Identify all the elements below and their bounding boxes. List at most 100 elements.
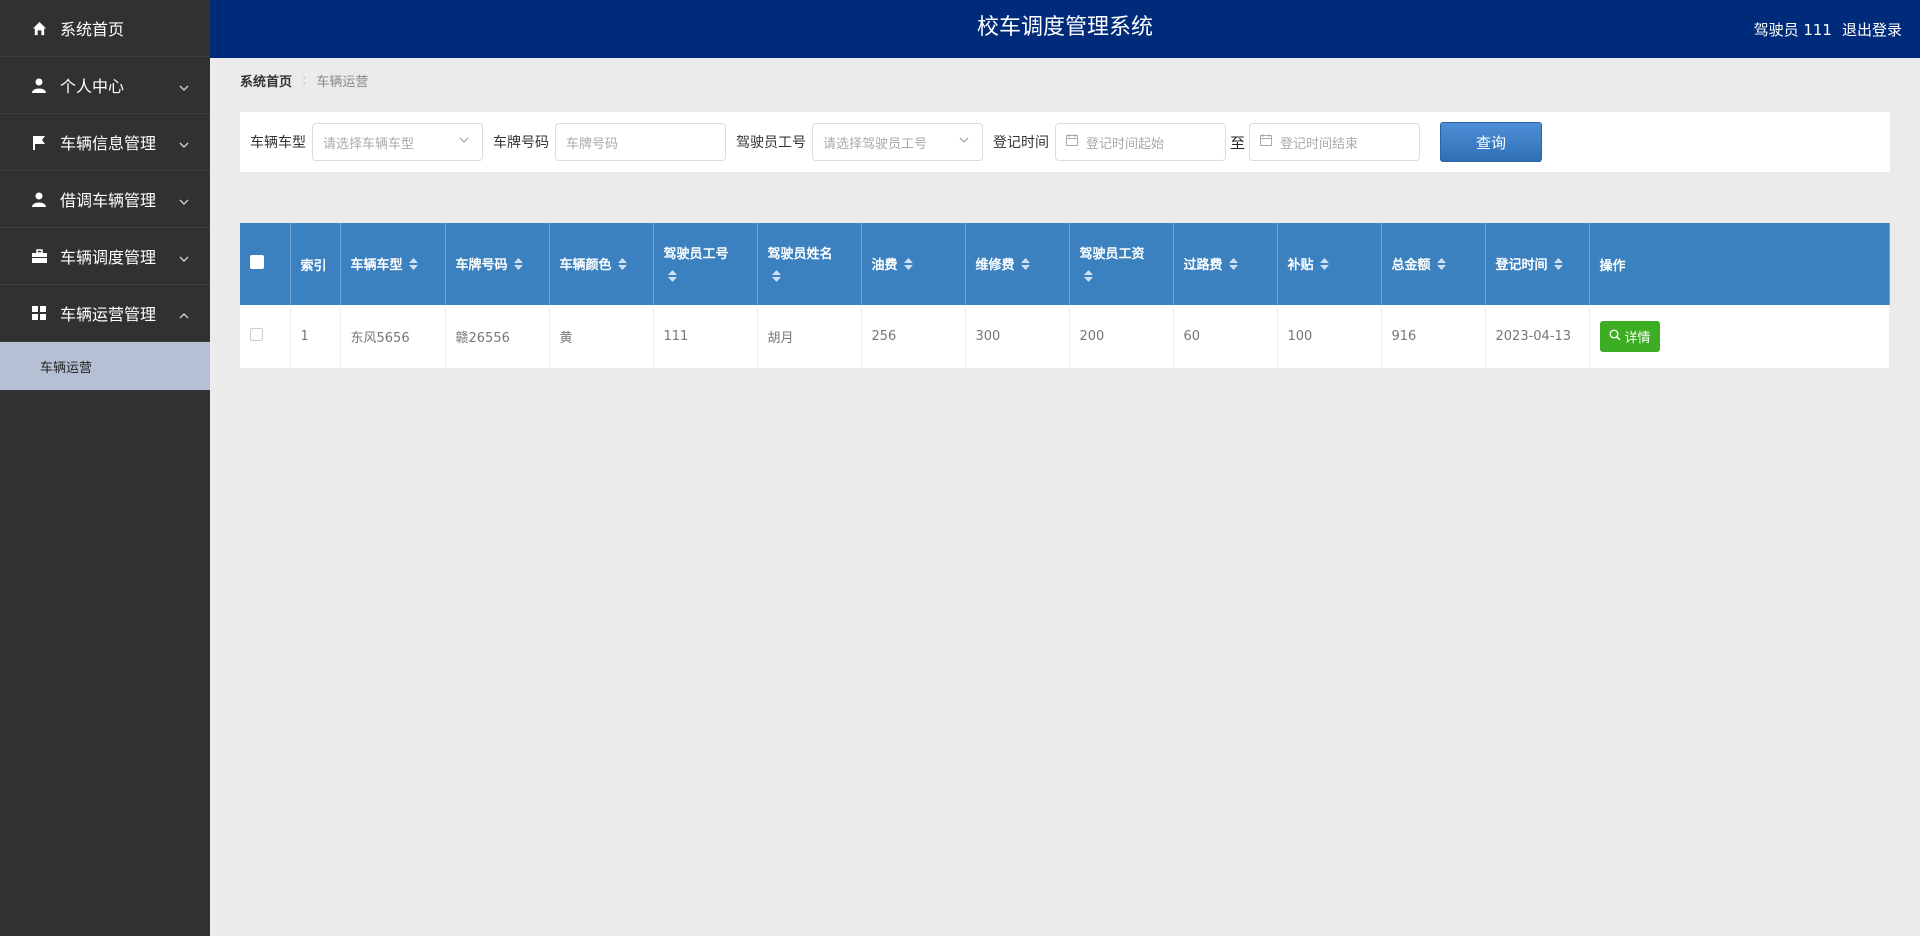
sidebar-subitem-vehicle-operation[interactable]: 车辆运营 <box>0 342 210 390</box>
vehicle-type-select[interactable]: 请选择车辆车型 <box>312 123 483 161</box>
header-index: 索引 <box>290 223 341 305</box>
cell-total: 916 <box>1381 305 1486 368</box>
reg-time-end-input[interactable]: 登记时间结束 <box>1249 123 1421 161</box>
select-all-cell <box>240 223 291 305</box>
sort-icon[interactable] <box>1553 257 1563 274</box>
header-driver-name[interactable]: 驾驶员姓名 <box>757 223 862 305</box>
detail-button[interactable]: 详情 <box>1599 321 1660 352</box>
sort-icon[interactable] <box>1020 257 1030 274</box>
sort-icon[interactable] <box>903 257 913 274</box>
reg-time-end-placeholder: 登记时间结束 <box>1280 136 1359 152</box>
briefcase-icon <box>30 247 48 265</box>
header-subsidy-label: 补贴 <box>1287 258 1314 274</box>
date-range-separator: 至 <box>1230 133 1246 152</box>
table-header-row: 索引 车辆车型 车牌号码 车辆颜色 驾驶员工号 驾驶员姓名 油费 维修费 驾驶员… <box>240 223 1890 305</box>
header-total[interactable]: 总金额 <box>1381 223 1486 305</box>
cell-repair: 300 <box>965 305 1070 368</box>
header-subsidy[interactable]: 补贴 <box>1277 223 1382 305</box>
sidebar-item-personal-center[interactable]: 个人中心 <box>0 57 210 114</box>
reg-time-label: 登记时间 <box>993 135 1049 151</box>
sidebar-item-label: 车辆信息管理 <box>60 134 157 153</box>
header-fuel[interactable]: 油费 <box>861 223 966 305</box>
cell-index: 1 <box>290 305 341 368</box>
header-fuel-label: 油费 <box>871 258 898 274</box>
header-plate[interactable]: 车牌号码 <box>445 223 550 305</box>
sidebar-item-label: 借调车辆管理 <box>60 191 157 210</box>
calendar-icon <box>1066 134 1078 150</box>
logout-link[interactable]: 退出登录 <box>1842 19 1902 40</box>
sidebar-subitem-label: 车辆运营 <box>40 360 93 376</box>
operation-table: 索引 车辆车型 车牌号码 车辆颜色 驾驶员工号 驾驶员姓名 油费 维修费 驾驶员… <box>240 223 1890 368</box>
sort-icon[interactable] <box>408 257 418 274</box>
chevron-down-icon <box>178 250 190 262</box>
sort-icon[interactable] <box>771 269 781 286</box>
breadcrumb-current: 车辆运营 <box>316 75 369 90</box>
search-icon <box>1609 329 1621 345</box>
sidebar-item-vehicle-info[interactable]: 车辆信息管理 <box>0 114 210 171</box>
header-salary[interactable]: 驾驶员工资 <box>1069 223 1174 305</box>
user-icon <box>30 76 48 94</box>
grid-icon <box>30 304 48 322</box>
sort-icon[interactable] <box>513 257 523 274</box>
sidebar-item-label: 个人中心 <box>60 77 125 96</box>
header-color-label: 车辆颜色 <box>559 258 612 274</box>
cell-subsidy: 100 <box>1277 305 1382 368</box>
header-repair[interactable]: 维修费 <box>965 223 1070 305</box>
header-user-area: 驾驶员 111 退出登录 <box>1754 0 1902 58</box>
sidebar-item-vehicle-operation[interactable]: 车辆运营管理 <box>0 285 210 342</box>
vehicle-type-label: 车辆车型 <box>250 135 306 151</box>
header-reg-time-label: 登记时间 <box>1495 258 1548 274</box>
row-checkbox[interactable] <box>250 328 263 341</box>
sidebar-item-vehicle-dispatch[interactable]: 车辆调度管理 <box>0 228 210 285</box>
sidebar-item-label: 系统首页 <box>60 20 125 39</box>
plate-input[interactable]: 车牌号码 <box>555 123 726 161</box>
header-salary-label: 驾驶员工资 <box>1079 246 1145 262</box>
chevron-down-icon <box>958 134 970 150</box>
chevron-down-icon <box>178 136 190 148</box>
vehicle-type-placeholder: 请选择车辆车型 <box>323 136 415 152</box>
cell-driver-id: 111 <box>653 305 758 368</box>
header-driver-id[interactable]: 驾驶员工号 <box>653 223 758 305</box>
table-row: 1 东风5656 赣26556 黄 111 胡月 256 300 200 60 … <box>240 305 1890 368</box>
driver-id-select[interactable]: 请选择驾驶员工号 <box>812 123 983 161</box>
sidebar-item-borrow-vehicle[interactable]: 借调车辆管理 <box>0 171 210 228</box>
sort-icon[interactable] <box>1319 257 1329 274</box>
sort-icon[interactable] <box>1083 269 1093 286</box>
cell-type: 东风5656 <box>340 305 446 368</box>
plate-label: 车牌号码 <box>493 135 549 151</box>
query-button[interactable]: 查询 <box>1440 122 1543 162</box>
sidebar-item-home[interactable]: 系统首页 <box>0 0 210 57</box>
sidebar-item-label: 车辆调度管理 <box>60 248 157 267</box>
user-icon <box>30 190 48 208</box>
current-user: 驾驶员 111 <box>1753 20 1832 39</box>
reg-time-start-placeholder: 登记时间起始 <box>1086 136 1165 152</box>
header-driver-id-label: 驾驶员工号 <box>663 246 729 262</box>
header-type[interactable]: 车辆车型 <box>340 223 446 305</box>
header-toll[interactable]: 过路费 <box>1173 223 1278 305</box>
cell-reg-time: 2023-04-13 <box>1485 305 1590 368</box>
cell-action: 详情 <box>1589 305 1890 368</box>
cell-fuel: 256 <box>861 305 966 368</box>
header-reg-time[interactable]: 登记时间 <box>1485 223 1590 305</box>
cell-driver-name: 胡月 <box>757 305 862 368</box>
chevron-down-icon <box>458 134 470 150</box>
breadcrumb-separator: : <box>302 73 307 88</box>
header-color[interactable]: 车辆颜色 <box>549 223 654 305</box>
header-plate-label: 车牌号码 <box>455 258 508 274</box>
chevron-up-icon <box>178 307 190 319</box>
sidebar: 系统首页 个人中心 车辆信息管理 借调车辆管理 车辆调度管理 车辆运营管理 车辆… <box>0 0 210 936</box>
sort-icon[interactable] <box>1228 257 1238 274</box>
plate-placeholder: 车牌号码 <box>566 136 619 152</box>
breadcrumb-home[interactable]: 系统首页 <box>240 71 292 90</box>
select-all-checkbox[interactable] <box>250 255 264 269</box>
sort-icon[interactable] <box>667 269 677 286</box>
reg-time-start-input[interactable]: 登记时间起始 <box>1055 123 1226 161</box>
sort-icon[interactable] <box>1436 257 1446 274</box>
sort-icon[interactable] <box>617 257 627 274</box>
home-icon <box>30 19 48 37</box>
cell-toll: 60 <box>1173 305 1278 368</box>
chevron-down-icon <box>178 193 190 205</box>
header-action: 操作 <box>1589 223 1890 305</box>
cell-plate: 赣26556 <box>445 305 550 368</box>
header-driver-name-label: 驾驶员姓名 <box>767 246 833 262</box>
